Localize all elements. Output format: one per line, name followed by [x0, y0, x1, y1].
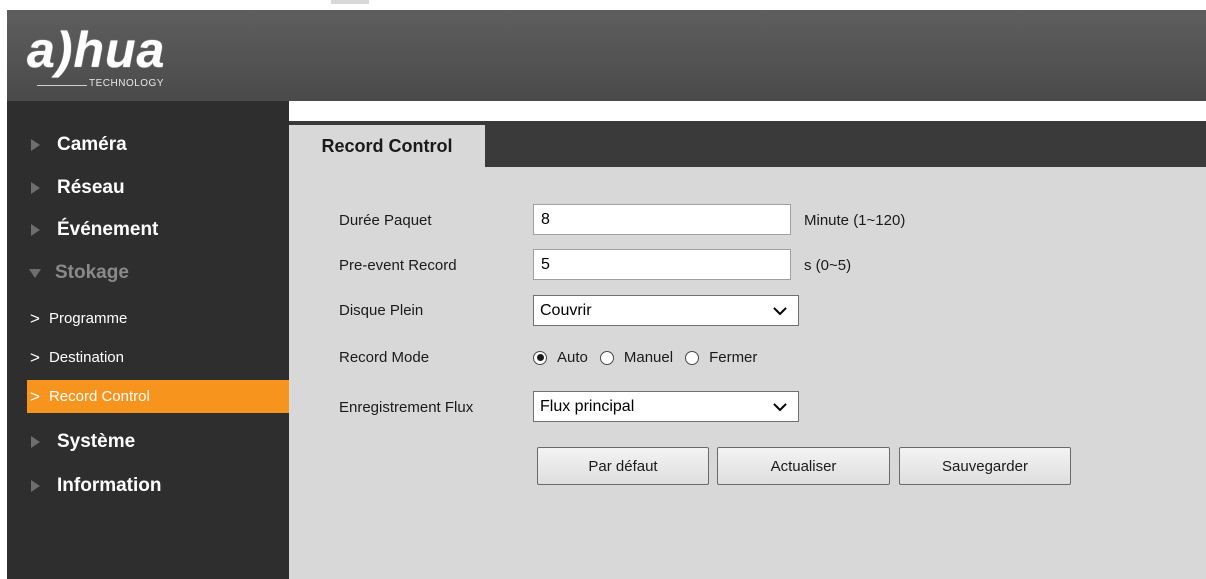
radio-selected-dot	[536, 354, 544, 361]
chevron-right-icon: >	[30, 308, 40, 328]
sidebar-subitem-label: Destination	[48, 349, 124, 366]
chevron-right-icon: >	[30, 347, 40, 367]
top-mark	[331, 0, 369, 4]
pre-event-input[interactable]: 5	[533, 249, 791, 280]
sidebar-item-information[interactable]: Information	[7, 467, 289, 505]
sidebar-item-label: Réseau	[57, 177, 125, 198]
record-control-panel: Durée Paquet 8 Minute (1~120) Pre-event …	[289, 167, 1206, 579]
chevron-down-icon	[773, 307, 787, 316]
logo-subtitle: TECHNOLOGY	[89, 78, 165, 89]
enregistrement-flux-label: Enregistrement Flux	[339, 399, 474, 416]
logo-divider	[37, 85, 87, 86]
duree-paquet-label: Durée Paquet	[339, 212, 432, 229]
duree-paquet-unit: Minute (1~120)	[804, 212, 906, 229]
header-bar: a)hua TECHNOLOGY	[7, 10, 1206, 101]
sidebar-item-reseau[interactable]: Réseau	[7, 169, 289, 207]
sidebar-subitem-label: Programme	[48, 310, 128, 327]
sidebar-item-evenement[interactable]: Événement	[7, 211, 289, 249]
sidebar-item-systeme[interactable]: Système	[7, 423, 289, 461]
chevron-right-icon: >	[30, 386, 40, 406]
top-strip	[0, 0, 1206, 10]
pre-event-unit: s (0~5)	[804, 257, 852, 274]
sidebar-subitem-record-control[interactable]: > Record Control	[27, 380, 289, 413]
record-mode-radio-group: Auto Manuel Fermer	[533, 349, 769, 366]
chevron-down-icon	[773, 403, 787, 412]
sidebar-item-label: Information	[57, 475, 162, 496]
dahua-logo: a)hua TECHNOLOGY	[27, 22, 166, 89]
sidebar-subitem-programme[interactable]: > Programme	[27, 302, 289, 335]
expand-triangle-icon	[31, 480, 40, 492]
expand-triangle-icon	[31, 224, 40, 236]
collapse-triangle-icon	[29, 268, 41, 278]
radio-fermer-label: Fermer	[709, 349, 758, 366]
sidebar-item-label: Stokage	[55, 262, 129, 283]
radio-manuel-label: Manuel	[623, 349, 674, 366]
disque-plein-select[interactable]: Couvrir	[533, 295, 799, 326]
default-button[interactable]: Par défaut	[537, 447, 709, 485]
radio-fermer[interactable]	[685, 350, 700, 365]
save-button[interactable]: Sauvegarder	[899, 447, 1071, 485]
radio-manuel[interactable]	[599, 350, 614, 365]
duree-paquet-input[interactable]: 8	[533, 204, 791, 235]
expand-triangle-icon	[31, 182, 40, 194]
sidebar-subitem-label: Record Control	[48, 388, 150, 405]
logo-wordmark: a)hua	[27, 22, 166, 78]
pre-event-label: Pre-event Record	[339, 257, 457, 274]
expand-triangle-icon	[31, 139, 40, 151]
sidebar-item-label: Caméra	[57, 134, 127, 155]
tab-record-control[interactable]: Record Control	[289, 125, 485, 167]
disque-plein-value: Couvrir	[540, 301, 592, 319]
tab-bar: Record Control	[289, 121, 1206, 167]
expand-triangle-icon	[31, 436, 40, 448]
sidebar-item-label: Événement	[57, 219, 159, 240]
enregistrement-flux-select[interactable]: Flux principal	[533, 391, 799, 422]
enregistrement-flux-value: Flux principal	[540, 397, 635, 415]
refresh-button[interactable]: Actualiser	[717, 447, 890, 485]
sidebar-subitem-destination[interactable]: > Destination	[27, 341, 289, 374]
radio-auto-label: Auto	[557, 349, 588, 366]
sidebar-item-stokage[interactable]: Stokage	[7, 254, 289, 292]
radio-auto[interactable]	[533, 350, 547, 365]
sidebar-item-label: Système	[57, 431, 136, 452]
disque-plein-label: Disque Plein	[339, 302, 424, 319]
record-mode-label: Record Mode	[339, 349, 430, 366]
sidebar-item-camera[interactable]: Caméra	[7, 126, 289, 164]
